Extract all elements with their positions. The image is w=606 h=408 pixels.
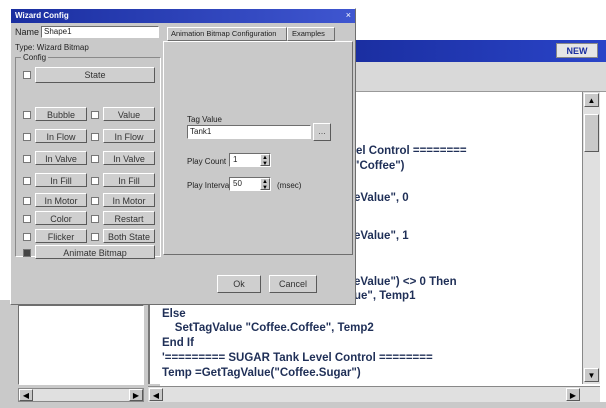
ok-button[interactable]: Ok: [217, 275, 261, 293]
tab-examples[interactable]: Examples: [287, 27, 335, 41]
code-line: eValue") <> 0 Then: [354, 276, 457, 288]
bubble-button[interactable]: Bubble: [35, 107, 87, 121]
value-button[interactable]: Value: [103, 107, 155, 121]
in-fill-left-button[interactable]: In Fill: [35, 173, 87, 187]
code-line: eValue", 0: [354, 192, 409, 204]
scroll-thumb[interactable]: [584, 114, 599, 152]
code-line: ue", Temp1: [354, 290, 416, 302]
color-button[interactable]: Color: [35, 211, 87, 225]
tag-value-field[interactable]: Tank1: [187, 125, 311, 139]
tag-value-label: Tag Value: [187, 115, 222, 124]
play-interval-value: 50: [233, 179, 242, 188]
editor-toolbar: [350, 62, 606, 92]
code-line: "Coffee"): [354, 160, 405, 172]
in-fill-right-button[interactable]: In Fill: [103, 173, 155, 187]
animate-bitmap-checkbox[interactable]: [23, 249, 31, 257]
restart-button[interactable]: Restart: [103, 211, 155, 225]
color-checkbox[interactable]: [23, 215, 31, 223]
name-label: Name: [15, 27, 40, 37]
type-label: Type: Wizard Bitmap: [15, 43, 89, 52]
play-interval-unit: (msec): [277, 181, 302, 190]
name-field-value: Shape1: [44, 27, 72, 36]
code-line: '========= SUGAR Tank Level Control ====…: [162, 352, 433, 364]
value-checkbox[interactable]: [91, 111, 99, 119]
scroll-right-arrow-icon[interactable]: ▶: [129, 389, 143, 401]
dialog-titlebar: Wizard Config ×: [11, 9, 355, 23]
code-line: End If: [162, 337, 194, 349]
in-flow-right-checkbox[interactable]: [91, 133, 99, 141]
play-count-label: Play Count: [187, 157, 227, 166]
in-motor-right-checkbox[interactable]: [91, 197, 99, 205]
in-valve-left-button[interactable]: In Valve: [35, 151, 87, 165]
tag-browse-icon[interactable]: …: [313, 123, 331, 141]
code-line: SetTagValue "Coffee.Coffee", Temp2: [162, 322, 374, 334]
animate-bitmap-button[interactable]: Animate Bitmap: [35, 245, 155, 259]
in-flow-right-button[interactable]: In Flow: [103, 129, 155, 143]
play-count-value: 1: [233, 155, 238, 164]
restart-checkbox[interactable]: [91, 215, 99, 223]
code-line: Temp =GetTagValue("Coffee.Sugar"): [162, 367, 361, 379]
scroll-left-arrow-icon[interactable]: ◀: [19, 389, 33, 401]
state-button[interactable]: State: [35, 67, 155, 83]
play-interval-stepper[interactable]: 50 ▲ ▼: [229, 177, 271, 191]
flicker-button[interactable]: Flicker: [35, 229, 87, 243]
tab-label: Animation Bitmap Configuration: [171, 29, 277, 38]
config-label: Config: [21, 53, 49, 62]
tab-label: Examples: [292, 29, 325, 38]
state-checkbox[interactable]: [23, 71, 31, 79]
bubble-checkbox[interactable]: [23, 111, 31, 119]
in-motor-right-button[interactable]: In Motor: [103, 193, 155, 207]
code-line: Else: [162, 308, 186, 320]
scroll-left-arrow-icon[interactable]: ◀: [149, 388, 163, 401]
in-valve-right-button[interactable]: In Valve: [103, 151, 155, 165]
in-fill-left-checkbox[interactable]: [23, 177, 31, 185]
scroll-down-arrow-icon[interactable]: ▼: [584, 368, 599, 382]
in-fill-right-checkbox[interactable]: [91, 177, 99, 185]
vertical-scrollbar[interactable]: ▲ ▼: [582, 92, 600, 384]
stepper-arrows-icon[interactable]: ▲ ▼: [260, 154, 270, 167]
in-flow-left-checkbox[interactable]: [23, 133, 31, 141]
flicker-checkbox[interactable]: [23, 233, 31, 241]
scroll-up-arrow-icon[interactable]: ▲: [584, 93, 599, 107]
in-flow-left-button[interactable]: In Flow: [35, 129, 87, 143]
tab-panel: [163, 41, 353, 255]
window-controls[interactable]: NEW: [556, 43, 598, 58]
in-valve-right-checkbox[interactable]: [91, 155, 99, 163]
scroll-right-arrow-icon[interactable]: ▶: [566, 388, 580, 401]
play-interval-label: Play Interval: [187, 181, 232, 190]
left-scrollbar[interactable]: ◀ ▶: [18, 388, 144, 402]
tag-value-text: Tank1: [190, 127, 212, 136]
status-strip: [0, 402, 606, 408]
wizard-config-dialog: Wizard Config × Name Shape1 Animation Bi…: [10, 8, 356, 305]
in-motor-left-checkbox[interactable]: [23, 197, 31, 205]
both-state-checkbox[interactable]: [91, 233, 99, 241]
both-state-button[interactable]: Both State: [103, 229, 155, 243]
close-icon[interactable]: ×: [346, 10, 351, 20]
play-count-stepper[interactable]: 1 ▲ ▼: [229, 153, 271, 167]
cancel-button[interactable]: Cancel: [269, 275, 317, 293]
horizontal-scrollbar[interactable]: ◀ ▶: [148, 386, 600, 402]
name-field[interactable]: Shape1: [41, 26, 159, 38]
dialog-title: Wizard Config: [15, 11, 69, 20]
stepper-arrows-icon[interactable]: ▲ ▼: [260, 178, 270, 191]
tab-animation-bitmap-configuration[interactable]: Animation Bitmap Configuration: [167, 27, 287, 41]
code-line: eValue", 1: [354, 230, 409, 242]
left-tree-view[interactable]: [18, 305, 144, 385]
in-valve-left-checkbox[interactable]: [23, 155, 31, 163]
in-motor-left-button[interactable]: In Motor: [35, 193, 87, 207]
code-line: el Control ========: [356, 145, 467, 157]
